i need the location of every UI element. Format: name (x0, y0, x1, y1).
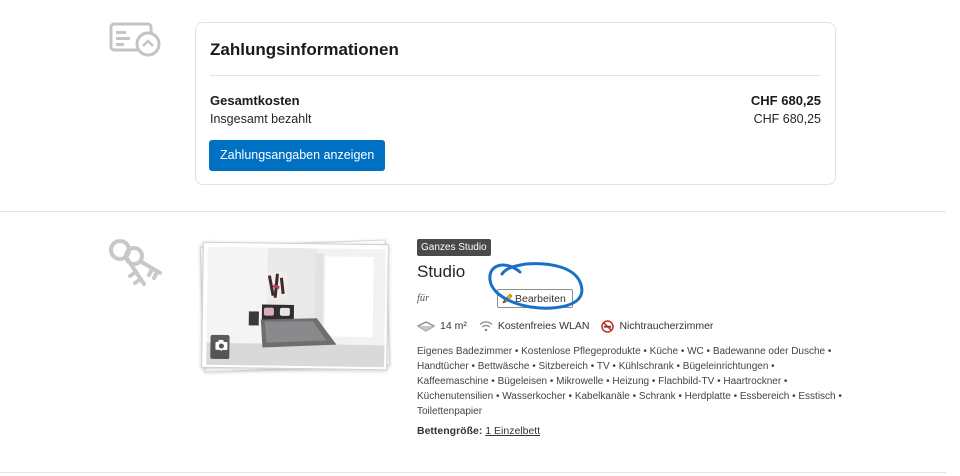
keys-icon (106, 236, 168, 298)
facility-non-smoking: Nichtraucherzimmer (601, 319, 714, 333)
facility-label: 14 m² (440, 320, 467, 332)
amenities-list: Eigenes Badezimmer • Kostenlose Pflegepr… (417, 346, 842, 417)
facility-label: Nichtraucherzimmer (619, 320, 714, 332)
payment-info-card: Zahlungsinformationen Gesamtkosten CHF 6… (195, 22, 836, 185)
wifi-icon (479, 321, 493, 332)
pencil-icon (502, 293, 513, 304)
bed-size-label: Bettengröße: (417, 425, 483, 437)
area-icon (417, 320, 435, 332)
section-divider (0, 472, 946, 473)
facility-label: Kostenfreies WLAN (497, 320, 590, 332)
total-paid-value: CHF 680,25 (753, 112, 821, 126)
show-payment-details-button[interactable]: Zahlungsangaben anzeigen (209, 140, 386, 171)
camera-icon (215, 339, 228, 351)
bed-size: Bettengröße: 1 Einzelbett (417, 425, 540, 437)
total-paid-label: Insgesamt bezahlt (210, 112, 312, 126)
room-type-badge: Ganzes Studio (417, 239, 491, 256)
section-divider (0, 211, 946, 212)
divider (210, 75, 821, 76)
total-cost-value: CHF 680,25 (750, 93, 821, 108)
payment-info-icon (108, 20, 164, 60)
payment-title: Zahlungsinformationen (210, 40, 399, 59)
bedroom-photo-illustration (206, 246, 386, 368)
edit-guest-button[interactable]: Bearbeiten (497, 289, 573, 308)
edit-label: Bearbeiten (515, 292, 566, 305)
room-name: Studio (417, 262, 466, 281)
room-photo-gallery[interactable]: 4 (199, 239, 391, 373)
photo-count-badge[interactable]: 4 (210, 334, 230, 360)
bed-size-link[interactable]: 1 Einzelbett (485, 425, 540, 437)
facility-wifi: Kostenfreies WLAN (479, 320, 590, 332)
no-smoking-icon (601, 319, 615, 333)
total-cost-label: Gesamtkosten (210, 93, 300, 108)
guest-for-label: für (417, 293, 430, 304)
room-photo[interactable]: 4 (201, 241, 389, 371)
facility-list: 14 m² Kostenfreies WLAN Nichtraucherzimm… (417, 318, 725, 334)
facility-area: 14 m² (417, 320, 467, 332)
